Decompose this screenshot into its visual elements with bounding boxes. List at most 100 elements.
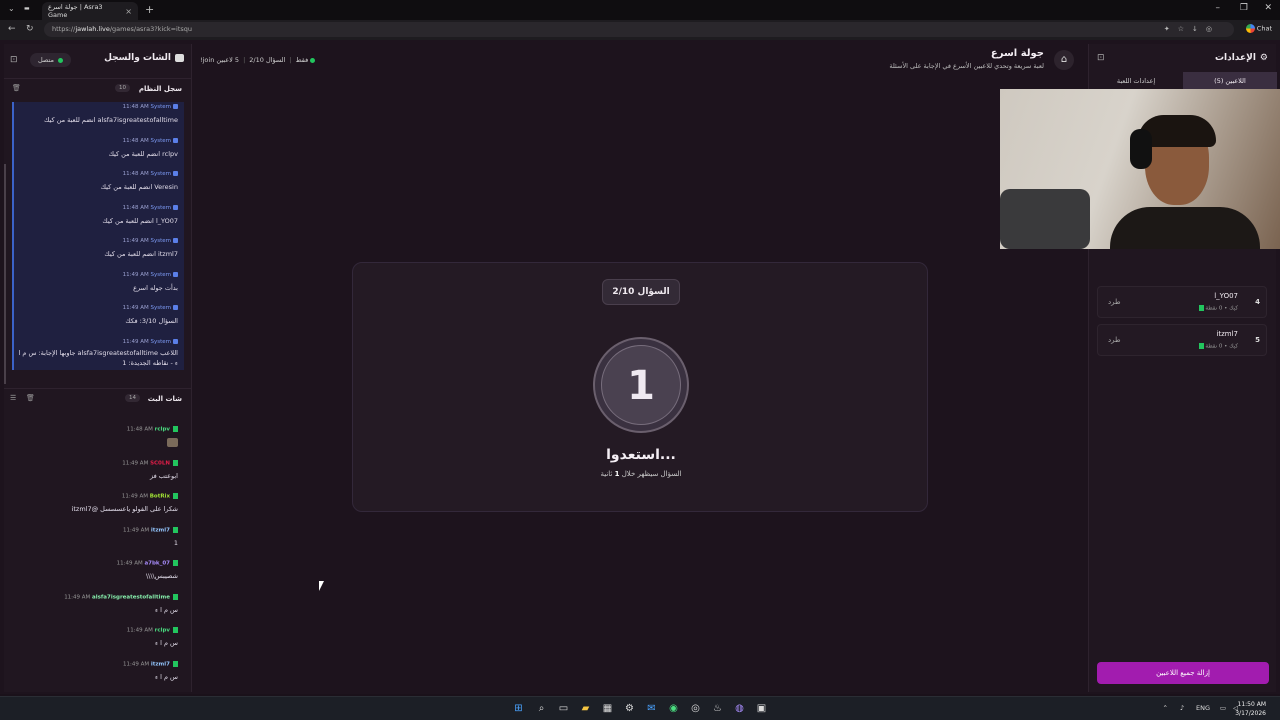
reload-icon[interactable]: ↻ bbox=[26, 24, 34, 34]
start-icon[interactable]: ⊞ bbox=[512, 702, 525, 715]
countdown-note: السؤال سيظهر خلال 1 ثانية bbox=[353, 470, 929, 478]
system-log-title: سجل النظام bbox=[138, 85, 182, 93]
clock-date: 3/17/2026 bbox=[1235, 710, 1266, 717]
windows-taskbar: ⊞ ⌕ ▭ ▰ ▦ ⚙ ✉ ◉ ◎ ♨ ◍ ▣ ⌃ ♪ ENG ▭ ◁ 11:5… bbox=[0, 696, 1280, 720]
chat-text: 1 bbox=[174, 539, 178, 547]
maximize-icon[interactable]: ❐ bbox=[1240, 3, 1248, 13]
system-log-meta: 11:48 AM System bbox=[123, 104, 178, 110]
chat-time: 11:49 AM bbox=[122, 460, 149, 466]
system-log-item: 11:49 AM System itzml7 انضم للعبة من كيك bbox=[12, 236, 184, 270]
question-progress: السؤال 2/10 bbox=[249, 56, 286, 64]
scrollbar[interactable] bbox=[4, 164, 6, 384]
clear-chat-trash-icon[interactable]: 🗑 bbox=[26, 394, 35, 402]
system-log-author: System bbox=[150, 271, 171, 278]
system-badge-icon bbox=[173, 204, 178, 210]
network-icon[interactable]: ▭ bbox=[1220, 704, 1226, 712]
remove-all-players-button[interactable]: إزالة جميع اللاعبين bbox=[1097, 662, 1269, 684]
player-row: 5 itzml7 كيك • 0 نقطة طرد bbox=[1097, 324, 1267, 356]
system-log-time: 11:49 AM bbox=[122, 238, 149, 244]
browser-app-icon[interactable]: ◉ bbox=[667, 702, 680, 715]
window-menu-icon[interactable]: ⌄ bbox=[8, 4, 15, 13]
mail-app-icon[interactable]: ✉ bbox=[645, 702, 658, 715]
chat-message: 11:49 AM BotRix شكرا على الفولو ياعسسسل @… bbox=[12, 489, 184, 523]
steam-app-icon[interactable]: ♨ bbox=[711, 702, 724, 715]
chat-text-content: س م ا ء bbox=[154, 639, 178, 647]
player-meta: كيك • 0 نقطة bbox=[1198, 343, 1238, 350]
mic-icon[interactable]: ♪ bbox=[1180, 704, 1184, 712]
chat-username[interactable]: a7bk_07 bbox=[144, 561, 170, 567]
close-window-icon[interactable]: ✕ bbox=[1264, 3, 1272, 13]
system-log-author: System bbox=[150, 171, 171, 177]
tab-game-settings[interactable]: إعدادات اللعبة bbox=[1089, 72, 1183, 90]
search-icon[interactable]: ⌕ bbox=[535, 702, 548, 715]
tab-favicon: ▬ bbox=[24, 5, 30, 12]
system-log-meta: 11:48 AM System bbox=[123, 137, 178, 144]
system-log-author: System bbox=[150, 238, 171, 244]
language-indicator[interactable]: ENG bbox=[1196, 704, 1210, 712]
collapse-panel-icon[interactable]: ⊡ bbox=[10, 55, 18, 65]
system-log-list[interactable]: 11:48 AM System alsfa7isgreatestofalltime… bbox=[12, 102, 184, 372]
player-rank: 5 bbox=[1255, 336, 1260, 344]
home-button[interactable]: ⌂ bbox=[1054, 50, 1074, 70]
system-log-meta: 11:48 AM System bbox=[123, 171, 178, 177]
minimize-icon[interactable]: – bbox=[1216, 3, 1221, 13]
system-log-author: System bbox=[150, 104, 171, 110]
system-clock[interactable]: 11:50 AM 3/17/2026 bbox=[1235, 700, 1266, 718]
new-tab-icon[interactable]: + bbox=[145, 3, 154, 16]
chat-message: 11:49 AM a7bk_07 شصيبس\\\\ bbox=[12, 556, 184, 590]
discord-app-icon[interactable]: ◍ bbox=[733, 702, 746, 715]
chat-button[interactable]: Chat bbox=[1245, 24, 1272, 33]
chat-username[interactable]: SC0LN bbox=[150, 460, 170, 466]
url-field[interactable]: https://jawlah.live/games/asra3?kick=its… bbox=[44, 22, 1234, 37]
system-badge-icon bbox=[173, 305, 178, 310]
tray-chevron-icon[interactable]: ⌃ bbox=[1163, 704, 1168, 712]
kick-player-button[interactable]: طرد bbox=[1108, 298, 1121, 306]
chat-log-header: ⊡ متصل الشات والسجل bbox=[4, 44, 192, 74]
calendar-app-icon[interactable]: ▦ bbox=[601, 702, 614, 715]
chat-username[interactable]: alsfa7isgreatestofalltime bbox=[92, 594, 170, 600]
close-tab-icon[interactable]: × bbox=[125, 7, 132, 16]
system-log-text: l_YO07 انضم للعبة من كيك bbox=[102, 216, 178, 225]
system-log-meta: 11:49 AM System bbox=[123, 238, 178, 244]
stream-chat-list[interactable]: 11:48 AM rclpv 11:49 AM SC0LN ابوعتب فز 11:… bbox=[12, 422, 184, 692]
chat-text: س م ا ء bbox=[155, 673, 178, 681]
system-badge-icon bbox=[173, 171, 178, 176]
clear-log-trash-icon[interactable]: 🗑 bbox=[12, 84, 21, 92]
player-name: l_YO07 bbox=[1214, 292, 1238, 300]
system-log-meta: 11:49 AM System bbox=[123, 338, 178, 345]
system-log-item: 11:49 AM System السؤال 3/10: فكك bbox=[12, 303, 184, 337]
settings-app-icon[interactable]: ⚙ bbox=[623, 702, 636, 715]
chat-text-content: شكرا على الفولو ياعسسسل @itzml7 bbox=[71, 505, 178, 513]
system-log-header: 🗑 10 سجل النظام bbox=[4, 78, 192, 98]
filter-icon[interactable]: ☰ bbox=[10, 394, 16, 402]
address-bar-row: ← ↻ https://jawlah.live/games/asra3?kick… bbox=[0, 20, 1280, 40]
browser-tab[interactable]: جولة اسرع | Asra3 Game × bbox=[42, 2, 138, 20]
chat-text-content: شصيبس\\\\ bbox=[145, 572, 178, 580]
chat-username[interactable]: itzml7 bbox=[151, 527, 170, 533]
task-view-icon[interactable]: ▭ bbox=[557, 702, 570, 715]
chat-username[interactable]: itzml7 bbox=[151, 661, 170, 667]
tab-players[interactable]: اللاعبين (5) bbox=[1183, 72, 1277, 90]
app-icon[interactable]: ▣ bbox=[755, 702, 768, 715]
file-explorer-icon[interactable]: ▰ bbox=[579, 702, 592, 715]
page-subtitle: لعبة سريعة وتحدي للاعبين الأسرع في الإجا… bbox=[889, 62, 1044, 70]
system-log-item: 11:49 AM System اللاعب alsfa7isgreatestof… bbox=[12, 336, 184, 370]
system-badge-icon bbox=[173, 137, 178, 143]
system-log-item: 11:48 AM System alsfa7isgreatestofalltime… bbox=[12, 102, 184, 136]
obs-app-icon[interactable]: ◎ bbox=[689, 702, 702, 715]
chat-username[interactable]: rclpv bbox=[155, 628, 170, 634]
chat-meta: 11:49 AM SC0LN bbox=[122, 459, 178, 466]
chat-username[interactable]: rclpv bbox=[155, 427, 170, 433]
back-icon[interactable]: ← bbox=[8, 24, 16, 34]
settings-tabs: إعدادات اللعبة اللاعبين (5) bbox=[1089, 72, 1277, 90]
webcam-chair bbox=[1000, 189, 1090, 249]
browser-extension-icons[interactable]: ✦☆↓◎ bbox=[1164, 25, 1220, 33]
kick-player-button[interactable]: طرد bbox=[1108, 336, 1121, 344]
countdown-note-suffix: ثانية bbox=[600, 470, 613, 478]
collapse-right-panel-icon[interactable]: ⊡ bbox=[1097, 53, 1105, 63]
system-log-text: itzml7 انضم للعبة من كيك bbox=[104, 250, 178, 258]
kick-platform-icon bbox=[173, 660, 178, 667]
url-path: /games/asra3?kick=itsqu bbox=[109, 25, 193, 33]
chat-text-content: 1 bbox=[173, 538, 178, 547]
chat-username[interactable]: BotRix bbox=[150, 494, 170, 500]
